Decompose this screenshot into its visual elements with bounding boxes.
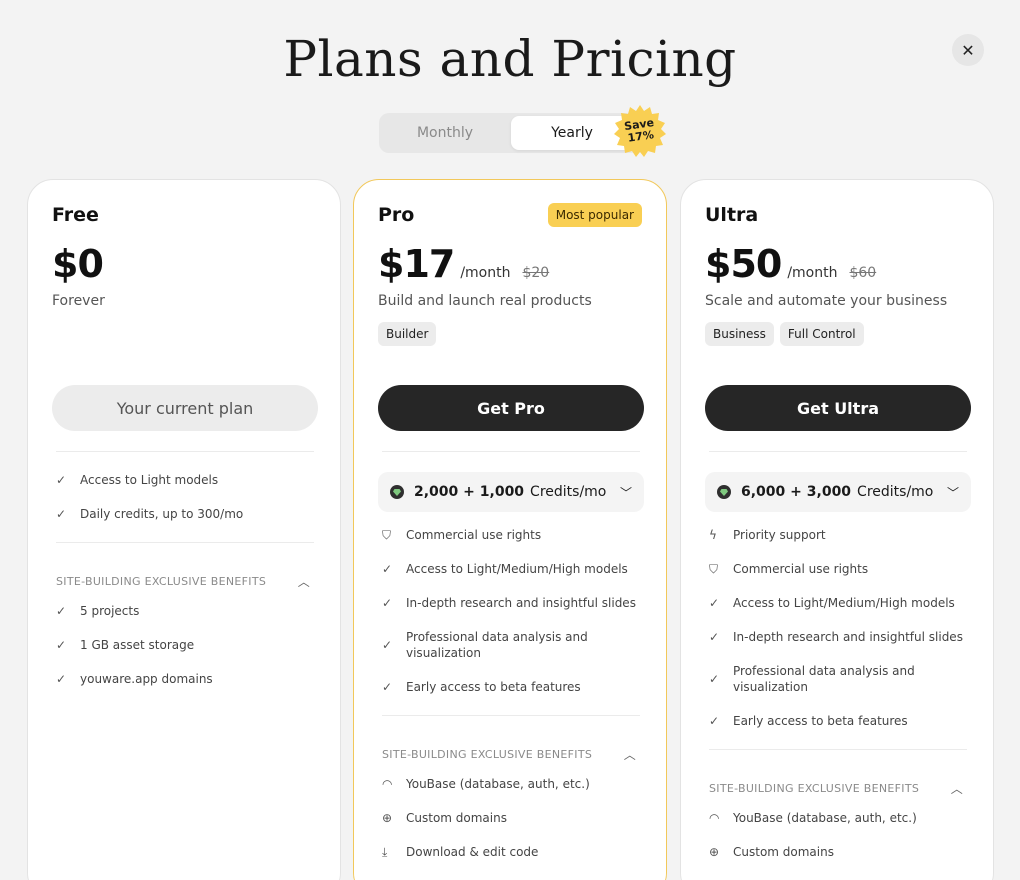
plan-name: Ultra [705, 204, 759, 226]
save-percent: 17% [626, 128, 655, 145]
check-icon: ✓ [709, 714, 720, 728]
feature-item: ⤓ Download & edit code [382, 845, 539, 859]
price: $17 [378, 242, 455, 286]
feature-item: ⊕ Custom domains [382, 811, 507, 825]
check-icon: ✓ [56, 473, 67, 487]
check-icon: ✓ [382, 638, 393, 652]
credits-dropdown[interactable]: 2,000 + 1,000 Credits/mo ﹀ [378, 472, 644, 512]
check-icon: ✓ [56, 507, 67, 521]
section-header[interactable]: SITE-BUILDING EXCLUSIVE BENEFITS ︿ [382, 746, 640, 763]
feature-item: ✓ Early access to beta features [709, 714, 908, 728]
plan-name: Pro [378, 204, 415, 226]
credits-unit: Credits/mo [857, 484, 934, 500]
chevron-up-icon[interactable]: ︿ [624, 746, 636, 763]
billing-toggle: Monthly Yearly [379, 113, 641, 153]
lightning-icon: ϟ [709, 528, 717, 542]
plan-subtitle: Build and launch real products [378, 293, 592, 309]
close-icon: ✕ [961, 40, 975, 60]
check-icon: ✓ [56, 604, 67, 618]
plan-card-pro: Pro Most popular $17 /month $20 Build an… [353, 179, 667, 880]
feature-item: ✓ Access to Light/Medium/High models [382, 562, 628, 576]
plan-card-ultra: Ultra $50 /month $60 Scale and automate … [680, 179, 994, 880]
plan-card-free: Free $0 Forever Your current plan ✓ Acce… [27, 179, 341, 880]
credit-coin-icon [717, 485, 731, 499]
feature-item: ✓ 1 GB asset storage [56, 638, 195, 652]
globe-icon: ⊕ [382, 811, 393, 825]
plan-name: Free [52, 204, 99, 226]
plan-subtitle: Scale and automate your business [705, 293, 948, 309]
arc-icon: ◠ [709, 811, 720, 825]
price-period: /month [460, 265, 511, 281]
most-popular-badge: Most popular [547, 203, 642, 227]
save-badge: Save 17% [613, 104, 667, 158]
old-price: $60 [849, 265, 877, 281]
close-button[interactable]: ✕ [952, 34, 984, 66]
shield-icon: ⛉ [709, 562, 719, 576]
price-row: $0 [52, 242, 104, 286]
check-icon: ✓ [56, 638, 67, 652]
plan-subtitle: Forever [52, 293, 105, 309]
feature-item: ⛉ Commercial use rights [382, 528, 542, 542]
divider [56, 451, 314, 452]
section-header[interactable]: SITE-BUILDING EXCLUSIVE BENEFITS ︿ [709, 780, 967, 797]
feature-item: ✓ Early access to beta features [382, 680, 581, 694]
feature-item: ✓ Professional data analysis and visuali… [709, 664, 915, 694]
current-plan-button[interactable]: Your current plan [52, 385, 318, 431]
check-icon: ✓ [709, 596, 720, 610]
credits-dropdown[interactable]: 6,000 + 3,000 Credits/mo ﹀ [705, 472, 971, 512]
chevron-down-icon: ﹀ [619, 485, 632, 500]
toggle-monthly[interactable]: Monthly [379, 113, 511, 153]
check-icon: ✓ [56, 672, 67, 686]
divider [382, 715, 640, 716]
feature-item: ✓ In-depth research and insightful slide… [382, 596, 636, 610]
price-row: $50 /month $60 [705, 242, 876, 286]
feature-item: ϟ Priority support [709, 528, 826, 542]
credits-amount: 6,000 + 3,000 [741, 484, 852, 500]
check-icon: ✓ [382, 596, 393, 610]
price: $50 [705, 242, 782, 286]
chevron-down-icon: ﹀ [946, 485, 959, 500]
check-icon: ✓ [709, 630, 720, 644]
feature-item: ✓ In-depth research and insightful slide… [709, 630, 963, 644]
divider [709, 749, 967, 750]
feature-item: ⊕ Custom domains [709, 845, 834, 859]
feature-item: ◠ YouBase (database, auth, etc.) [382, 777, 590, 791]
get-ultra-button[interactable]: Get Ultra [705, 385, 971, 431]
credits-amount: 2,000 + 1,000 [414, 484, 525, 500]
feature-item: ◠ YouBase (database, auth, etc.) [709, 811, 917, 825]
page-title: Plans and Pricing [283, 30, 737, 88]
divider [709, 451, 967, 452]
shield-icon: ⛉ [382, 528, 392, 542]
download-icon: ⤓ [382, 845, 388, 859]
price: $0 [52, 242, 104, 286]
tag: Business [705, 322, 774, 346]
feature-item: ⛉ Commercial use rights [709, 562, 869, 576]
feature-item: ✓ Daily credits, up to 300/mo [56, 507, 244, 521]
check-icon: ✓ [709, 672, 720, 686]
feature-item: ✓ Access to Light/Medium/High models [709, 596, 955, 610]
check-icon: ✓ [382, 680, 393, 694]
feature-item: ✓ 5 projects [56, 604, 140, 618]
globe-icon: ⊕ [709, 845, 720, 859]
tag: Full Control [779, 322, 864, 346]
feature-item: ✓ youware.app domains [56, 672, 213, 686]
get-pro-button[interactable]: Get Pro [378, 385, 644, 431]
plan-tags: Builder [378, 322, 437, 346]
feature-item: ✓ Access to Light models [56, 473, 219, 487]
tag: Builder [378, 322, 437, 346]
old-price: $20 [522, 265, 550, 281]
credit-coin-icon [390, 485, 404, 499]
section-header[interactable]: SITE-BUILDING EXCLUSIVE BENEFITS ︿ [56, 573, 314, 590]
chevron-up-icon[interactable]: ︿ [298, 573, 310, 590]
chevron-up-icon[interactable]: ︿ [951, 780, 963, 797]
price-period: /month [787, 265, 838, 281]
arc-icon: ◠ [382, 777, 393, 791]
price-row: $17 /month $20 [378, 242, 549, 286]
plan-tags: Business Full Control [705, 322, 864, 346]
check-icon: ✓ [382, 562, 393, 576]
divider [56, 542, 314, 543]
feature-item: ✓ Professional data analysis and visuali… [382, 630, 588, 660]
divider [382, 451, 640, 452]
credits-unit: Credits/mo [530, 484, 607, 500]
